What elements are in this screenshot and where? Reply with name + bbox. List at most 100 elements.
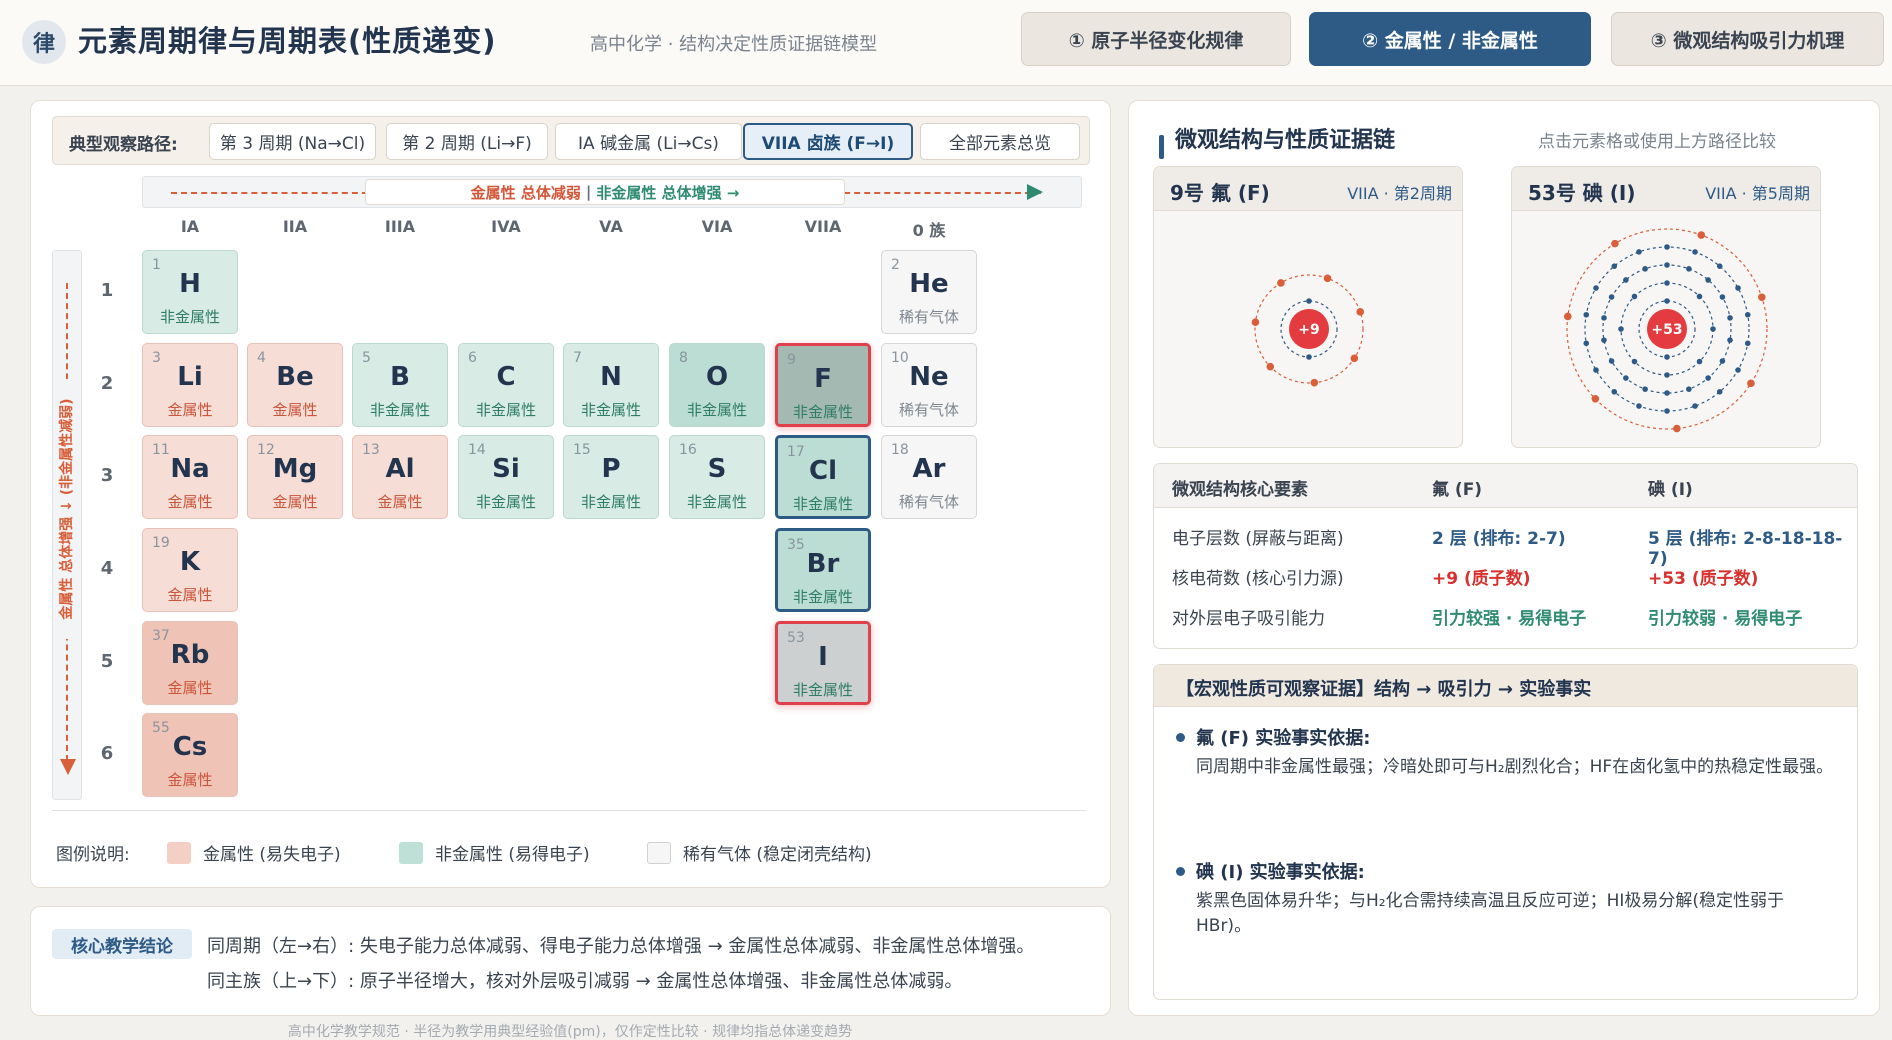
element-symbol: Al — [385, 454, 415, 484]
element-property: 金属性 — [167, 679, 213, 697]
element-cell-i[interactable]: 53 I 非金属性 — [775, 621, 871, 705]
element-cell-c[interactable]: 6 C 非金属性 — [458, 343, 554, 427]
period-label: 3 — [100, 465, 114, 486]
nav-atomic-radius-button[interactable]: ① 原子半径变化规律 — [1021, 12, 1291, 66]
electron — [1735, 285, 1741, 291]
element-cell-ar[interactable]: 18 Ar 稀有气体 — [881, 435, 977, 519]
element-property: 金属性 — [167, 771, 213, 789]
element-symbol: Mg — [272, 454, 318, 484]
electron — [1719, 358, 1726, 364]
element-property: 非金属性 — [792, 495, 853, 513]
electron — [1710, 326, 1716, 332]
electron — [1642, 386, 1648, 392]
legend-noble: 稀有气体 (稳定闭壳结构) — [647, 840, 872, 865]
group-label: VIIA — [804, 217, 842, 236]
element-cell-s[interactable]: 16 S 非金属性 — [669, 435, 765, 519]
iodine-atom-diagram: +53 — [1563, 228, 1768, 433]
element-symbol: Li — [177, 362, 203, 392]
section-marker — [1159, 135, 1164, 159]
legend-label: 图例说明: — [56, 845, 130, 865]
nav-mechanism-button[interactable]: ③ 微观结构吸引力机理 — [1611, 12, 1884, 66]
element-symbol: Cs — [172, 732, 208, 762]
legend-nonmetal-text: 非金属性 (易得电子) — [435, 845, 590, 865]
element-cell-cl[interactable]: 17 Cl 非金属性 — [775, 435, 871, 519]
element-cell-p[interactable]: 15 P 非金属性 — [563, 435, 659, 519]
electron — [1277, 279, 1285, 287]
element-symbol: N — [600, 362, 622, 392]
element-cell-o[interactable]: 8 O 非金属性 — [669, 343, 765, 427]
observation-path-bar: 典型观察路径: 第 3 周期 (Na→Cl) 第 2 周期 (Li→F) IA … — [52, 116, 1090, 165]
element-symbol: Ar — [912, 454, 946, 484]
element-cell-br[interactable]: 35 Br 非金属性 — [775, 528, 871, 612]
element-cell-h[interactable]: 1 H 非金属性 — [142, 250, 238, 334]
electron — [1631, 293, 1638, 300]
electron — [1593, 285, 1599, 291]
nucleus-charge: +9 — [1298, 322, 1319, 338]
electron — [1608, 358, 1615, 364]
element-property: 非金属性 — [792, 403, 853, 421]
noble-swatch — [647, 841, 671, 864]
element-property: 非金属性 — [580, 401, 641, 419]
element-symbol: P — [601, 454, 621, 484]
electron — [1735, 367, 1741, 373]
element-cell-al[interactable]: 13 Al 金属性 — [352, 435, 448, 519]
element-property: 稀有气体 — [898, 308, 959, 326]
element-cell-b[interactable]: 5 B 非金属性 — [352, 343, 448, 427]
element-cell-he[interactable]: 2 He 稀有气体 — [881, 250, 977, 334]
element-cell-cs[interactable]: 55 Cs 金属性 — [142, 713, 238, 797]
path-overview-button[interactable]: 全部元素总览 — [920, 123, 1080, 160]
path-label: 典型观察路径: — [69, 135, 178, 155]
element-cell-mg[interactable]: 12 Mg 金属性 — [247, 435, 343, 519]
macro-evidence-box: 【宏观性质可观察证据】结构 → 吸引力 → 实验事实 氟 (F) 实验事实依据:… — [1153, 664, 1858, 1000]
electron — [1306, 298, 1312, 304]
group-label: VA — [599, 217, 623, 236]
element-cell-na[interactable]: 11 Na 金属性 — [142, 435, 238, 519]
element-cell-ne[interactable]: 10 Ne 稀有气体 — [881, 343, 977, 427]
electron — [1664, 354, 1670, 360]
path-alkali-button[interactable]: IA 碱金属 (Li→Cs) — [555, 123, 742, 160]
conclusion-group: 同主族（上→下）: 原子半径增大，核对外层吸引减弱 → 金属性总体增强、非金属性… — [207, 971, 963, 992]
path-period3-button[interactable]: 第 3 周期 (Na→Cl) — [209, 123, 376, 160]
arrow-down-icon — [60, 759, 76, 775]
element-symbol: Si — [492, 454, 520, 484]
element-property: 金属性 — [272, 493, 318, 511]
nav-metallicity-button[interactable]: ② 金属性 / 非金属性 — [1309, 12, 1591, 66]
path-period2-button[interactable]: 第 2 周期 (Li→F) — [386, 123, 548, 160]
element-symbol: K — [179, 547, 201, 577]
table-cell: +9 (质子数) — [1432, 569, 1531, 589]
element-cell-f[interactable]: 9 F 非金属性 — [775, 343, 871, 427]
legend-metal: 金属性 (易失电子) — [167, 840, 341, 865]
path-halogen-button[interactable]: VIIA 卤族 (F→I) — [743, 123, 913, 160]
electron — [1623, 375, 1629, 381]
electron — [1611, 389, 1618, 395]
element-cell-li[interactable]: 3 Li 金属性 — [142, 343, 238, 427]
element-property: 金属性 — [167, 586, 213, 604]
element-symbol: Rb — [170, 640, 210, 670]
element-symbol: I — [818, 642, 828, 672]
element-property: 金属性 — [377, 493, 423, 511]
element-cell-be[interactable]: 4 Be 金属性 — [247, 343, 343, 427]
fluorine-evidence-text: 同周期中非金属性最强；冷暗处即可与H₂剧烈化合；HF在卤化氢中的热稳定性最强。 — [1196, 757, 1834, 777]
element-cell-k[interactable]: 19 K 金属性 — [142, 528, 238, 612]
bullet-icon — [1176, 733, 1185, 742]
element-cell-n[interactable]: 7 N 非金属性 — [563, 343, 659, 427]
group-label: IVA — [491, 217, 521, 236]
electron — [1601, 337, 1607, 343]
element-cell-rb[interactable]: 37 Rb 金属性 — [142, 621, 238, 705]
table-col-i: 碘 (I) — [1648, 480, 1693, 500]
electron — [1591, 394, 1600, 403]
vertical-trend-bar: 金属性 总体增强 ↓ (非金属性减弱) — [52, 250, 82, 800]
table-cell: +53 (质子数) — [1648, 569, 1759, 589]
table-cell: 引力较强 · 易得电子 — [1432, 609, 1587, 629]
period-label: 5 — [100, 651, 114, 672]
element-symbol: Br — [806, 549, 840, 579]
footnote: 高中化学教学规范 · 半径为教学用典型经验值(pm)，仅作定性比较 · 规律均指… — [287, 1024, 853, 1040]
element-cell-si[interactable]: 14 Si 非金属性 — [458, 435, 554, 519]
electron — [1306, 354, 1312, 360]
element-property: 非金属性 — [475, 493, 536, 511]
vertical-trend-label: 金属性 总体增强 ↓ (非金属性减弱) — [56, 379, 78, 639]
table-col-f: 氟 (F) — [1432, 480, 1483, 500]
nucleus-charge: +53 — [1651, 322, 1682, 338]
electron — [1251, 318, 1260, 327]
element-symbol: C — [496, 362, 516, 392]
